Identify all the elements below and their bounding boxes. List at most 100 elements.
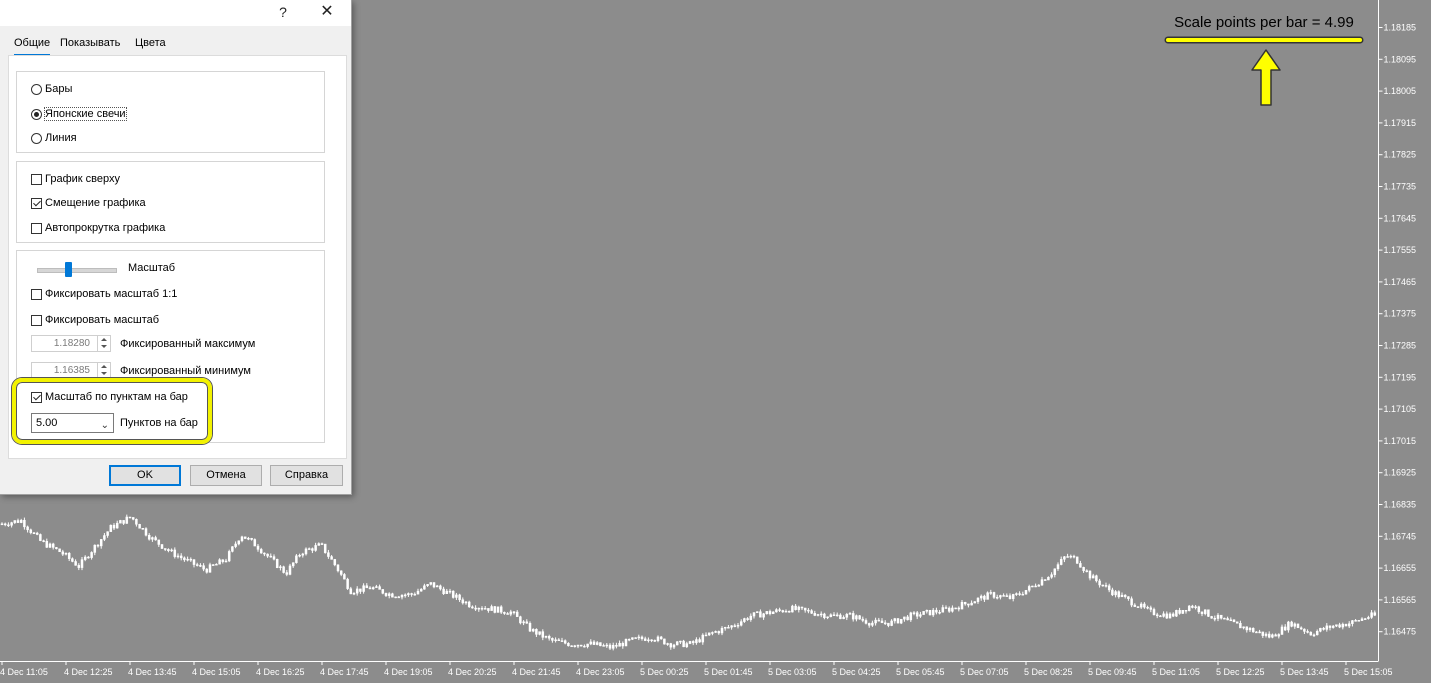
time-axis[interactable]: 4 Dec 11:05 4 Dec 12:25 4 Dec 13:45 4 Dec 1… [0,661,1393,677]
candle-body [1184,610,1188,612]
tab-show[interactable]: Показывать [60,34,120,54]
candle-body [1104,585,1108,587]
candle-body [647,639,650,642]
candle-body [954,607,957,610]
help-icon[interactable]: ? [263,0,303,26]
candle-body [832,614,836,617]
fixed-min-stepper[interactable] [97,363,110,378]
candle-body [163,548,167,550]
candle-body [928,609,932,616]
candle-body [1162,613,1165,617]
candle-body [656,636,660,642]
candle-body [179,555,183,559]
price-tick-label: 1.18005 [1384,86,1417,96]
candle-body [314,545,317,551]
candle-body [768,611,772,615]
candle-body [618,643,621,647]
radio-bars-indicator[interactable] [31,83,42,95]
candle-body [1325,625,1329,630]
candle-body [861,618,865,621]
checkbox-autoscroll-box[interactable] [31,222,42,234]
candle-body [1331,625,1335,628]
fixed-max-stepper[interactable] [97,336,110,351]
chart-properties-dialog: ? ✕ Общие Показывать Цвета Бары Японские… [0,0,352,495]
price-tick-label: 1.17015 [1384,436,1417,446]
checkbox-chart-on-top[interactable]: График сверху [31,171,120,187]
radio-candles[interactable]: Японские свечи [31,106,127,122]
candle-body [3,523,7,526]
candle-body [509,611,513,615]
checkbox-chart-shift[interactable]: Смещение графика [31,195,146,211]
candle-body [653,640,657,642]
price-tick-label: 1.17375 [1384,309,1417,319]
time-tick-label: 5 Dec 11:05 [1152,667,1200,677]
candle-body [67,552,71,559]
scale-slider-thumb[interactable] [65,262,72,277]
candle-body [1373,612,1377,616]
candle-body [400,594,404,598]
candle-body [752,612,756,617]
scale-slider-track[interactable] [37,268,117,273]
close-icon[interactable]: ✕ [307,0,347,26]
candle-body [1261,631,1265,636]
help-button[interactable]: Справка [270,465,343,486]
candle-body [387,593,391,596]
candle-body [1226,618,1229,621]
cancel-button[interactable]: Отмена [190,465,262,486]
candle-body [1171,613,1175,617]
price-axis[interactable]: 1.18185 1.18095 1.18005 1.17915 1.17825 1.177… [1378,23,1417,637]
candle-body [1235,621,1239,624]
tab-general[interactable]: Общие [14,34,51,56]
checkbox-autoscroll[interactable]: Автопрокрутка графика [31,220,165,236]
candle-body [1191,605,1194,608]
candle-body [269,555,273,558]
radio-candles-indicator[interactable] [31,108,42,120]
checkbox-fix-scale-box[interactable] [31,314,42,326]
checkbox-fix-scale[interactable]: Фиксировать масштаб [31,312,159,328]
radio-line[interactable]: Линия [31,130,77,146]
candle-body [464,601,468,604]
checkbox-fix-scale-11[interactable]: Фиксировать масштаб 1:1 [31,286,177,302]
radio-candles-label: Японские свечи [44,107,127,121]
candle-body [791,605,794,613]
candle-body [1043,579,1047,581]
candle-body [1178,610,1181,614]
candle-body [416,590,420,595]
checkbox-chart-on-top-box[interactable] [31,173,42,185]
candle-body [682,640,685,648]
candle-body [659,636,663,640]
candle-body [592,641,596,645]
candle-body [259,549,263,554]
candle-body [650,639,653,642]
candle-body [237,540,241,545]
candle-body [621,643,625,647]
radio-line-indicator[interactable] [31,132,42,144]
candle-body [707,632,711,636]
checkbox-chart-shift-box[interactable] [31,197,42,209]
candle-body [1114,591,1117,596]
candle-body [48,543,52,548]
ok-button[interactable]: OK [109,465,181,486]
candle-body [503,612,506,614]
candle-body [947,607,951,612]
candle-body [1347,623,1351,627]
candle-body [384,593,388,596]
candle-body [1095,575,1098,582]
candle-body [42,540,45,542]
candle-body [1239,623,1242,629]
candle-body [1008,595,1012,599]
candle-body [189,558,193,561]
tab-colors[interactable]: Цвета [135,34,166,54]
candle-body [1338,624,1341,628]
fixed-min-input[interactable]: 1.16385 [31,362,111,379]
checkbox-fix-scale-11-box[interactable] [31,288,42,300]
candle-body [375,586,378,588]
price-tick-label: 1.17825 [1384,150,1417,160]
candle-body [938,612,941,614]
candle-body [765,611,769,615]
radio-bars[interactable]: Бары [31,81,72,97]
candle-body [755,611,759,613]
fixed-max-input[interactable]: 1.18280 [31,335,111,352]
time-tick-label: 5 Dec 07:05 [960,667,1009,677]
candle-body [999,595,1002,598]
